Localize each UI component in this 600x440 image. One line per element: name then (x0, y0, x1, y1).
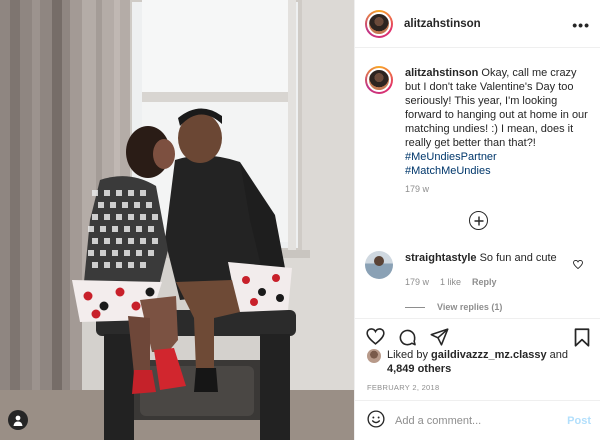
reply-button[interactable]: Reply (472, 277, 497, 287)
action-icons (366, 328, 449, 350)
post-image (0, 0, 354, 440)
share-icon[interactable] (430, 328, 449, 350)
plus-circle-icon[interactable] (469, 211, 488, 230)
caption-username[interactable]: alitzahstinson (405, 67, 478, 79)
comment-item: straightastyle So fun and cute (365, 251, 593, 279)
add-comment-bar: Post (355, 400, 600, 440)
comment-body: So fun and cute (479, 252, 557, 264)
post-actions (355, 318, 600, 347)
comment-icon[interactable] (398, 328, 417, 350)
author-avatar[interactable] (365, 9, 393, 38)
comment-input[interactable] (395, 414, 555, 427)
comment-timestamp: 179 w (405, 277, 430, 287)
liker-avatar[interactable] (367, 349, 381, 363)
divider-line (405, 306, 425, 308)
commenter-avatar[interactable] (365, 251, 393, 279)
likes-text: Liked by gaildivazzz_mz.classy and 4,849… (387, 348, 568, 376)
comment-likes-count[interactable]: 1 like (440, 277, 461, 287)
emoji-icon[interactable] (367, 410, 385, 431)
caption-timestamp: 179 w (405, 184, 430, 194)
commenter-username[interactable]: straightastyle (405, 252, 477, 264)
caption-text: alitzahstinson Okay, call me crazy but I… (405, 66, 593, 178)
hashtag-link[interactable]: #MeUndiesPartner (405, 150, 593, 164)
likes-prefix: Liked by (387, 349, 428, 361)
likes-others-count[interactable]: 4,849 others (387, 363, 451, 375)
hashtag-link[interactable]: #MatchMeUndies (405, 164, 593, 178)
post-photo[interactable] (0, 0, 354, 440)
view-replies-label: View replies (1) (437, 302, 503, 312)
heart-icon[interactable] (366, 328, 385, 350)
author-username[interactable]: alitzahstinson (404, 18, 481, 30)
more-options-icon[interactable]: ••• (572, 17, 590, 33)
comment-text: straightastyle So fun and cute (405, 251, 557, 279)
post-date: FEBRUARY 2, 2018 (367, 383, 440, 392)
post-caption: alitzahstinson Okay, call me crazy but I… (365, 66, 593, 178)
post-comment-button[interactable]: Post (567, 415, 591, 427)
post-header: alitzahstinson ••• (355, 0, 600, 48)
likes-connector: and (549, 349, 569, 361)
user-tag-icon[interactable] (8, 410, 28, 430)
heart-icon[interactable] (573, 259, 583, 272)
likes-summary: Liked by gaildivazzz_mz.classy and 4,849… (367, 348, 593, 376)
caption-avatar[interactable] (365, 66, 393, 94)
post-side-panel: alitzahstinson ••• alitzahstinson Okay, … (354, 0, 600, 440)
liker-username[interactable]: gaildivazzz_mz.classy (431, 349, 547, 361)
caption-body: Okay, call me crazy but I don't take Val… (405, 67, 588, 149)
comment-meta: 179 w 1 like Reply (405, 277, 497, 287)
view-replies-button[interactable]: View replies (1) (405, 302, 502, 312)
bookmark-icon[interactable] (574, 328, 590, 350)
